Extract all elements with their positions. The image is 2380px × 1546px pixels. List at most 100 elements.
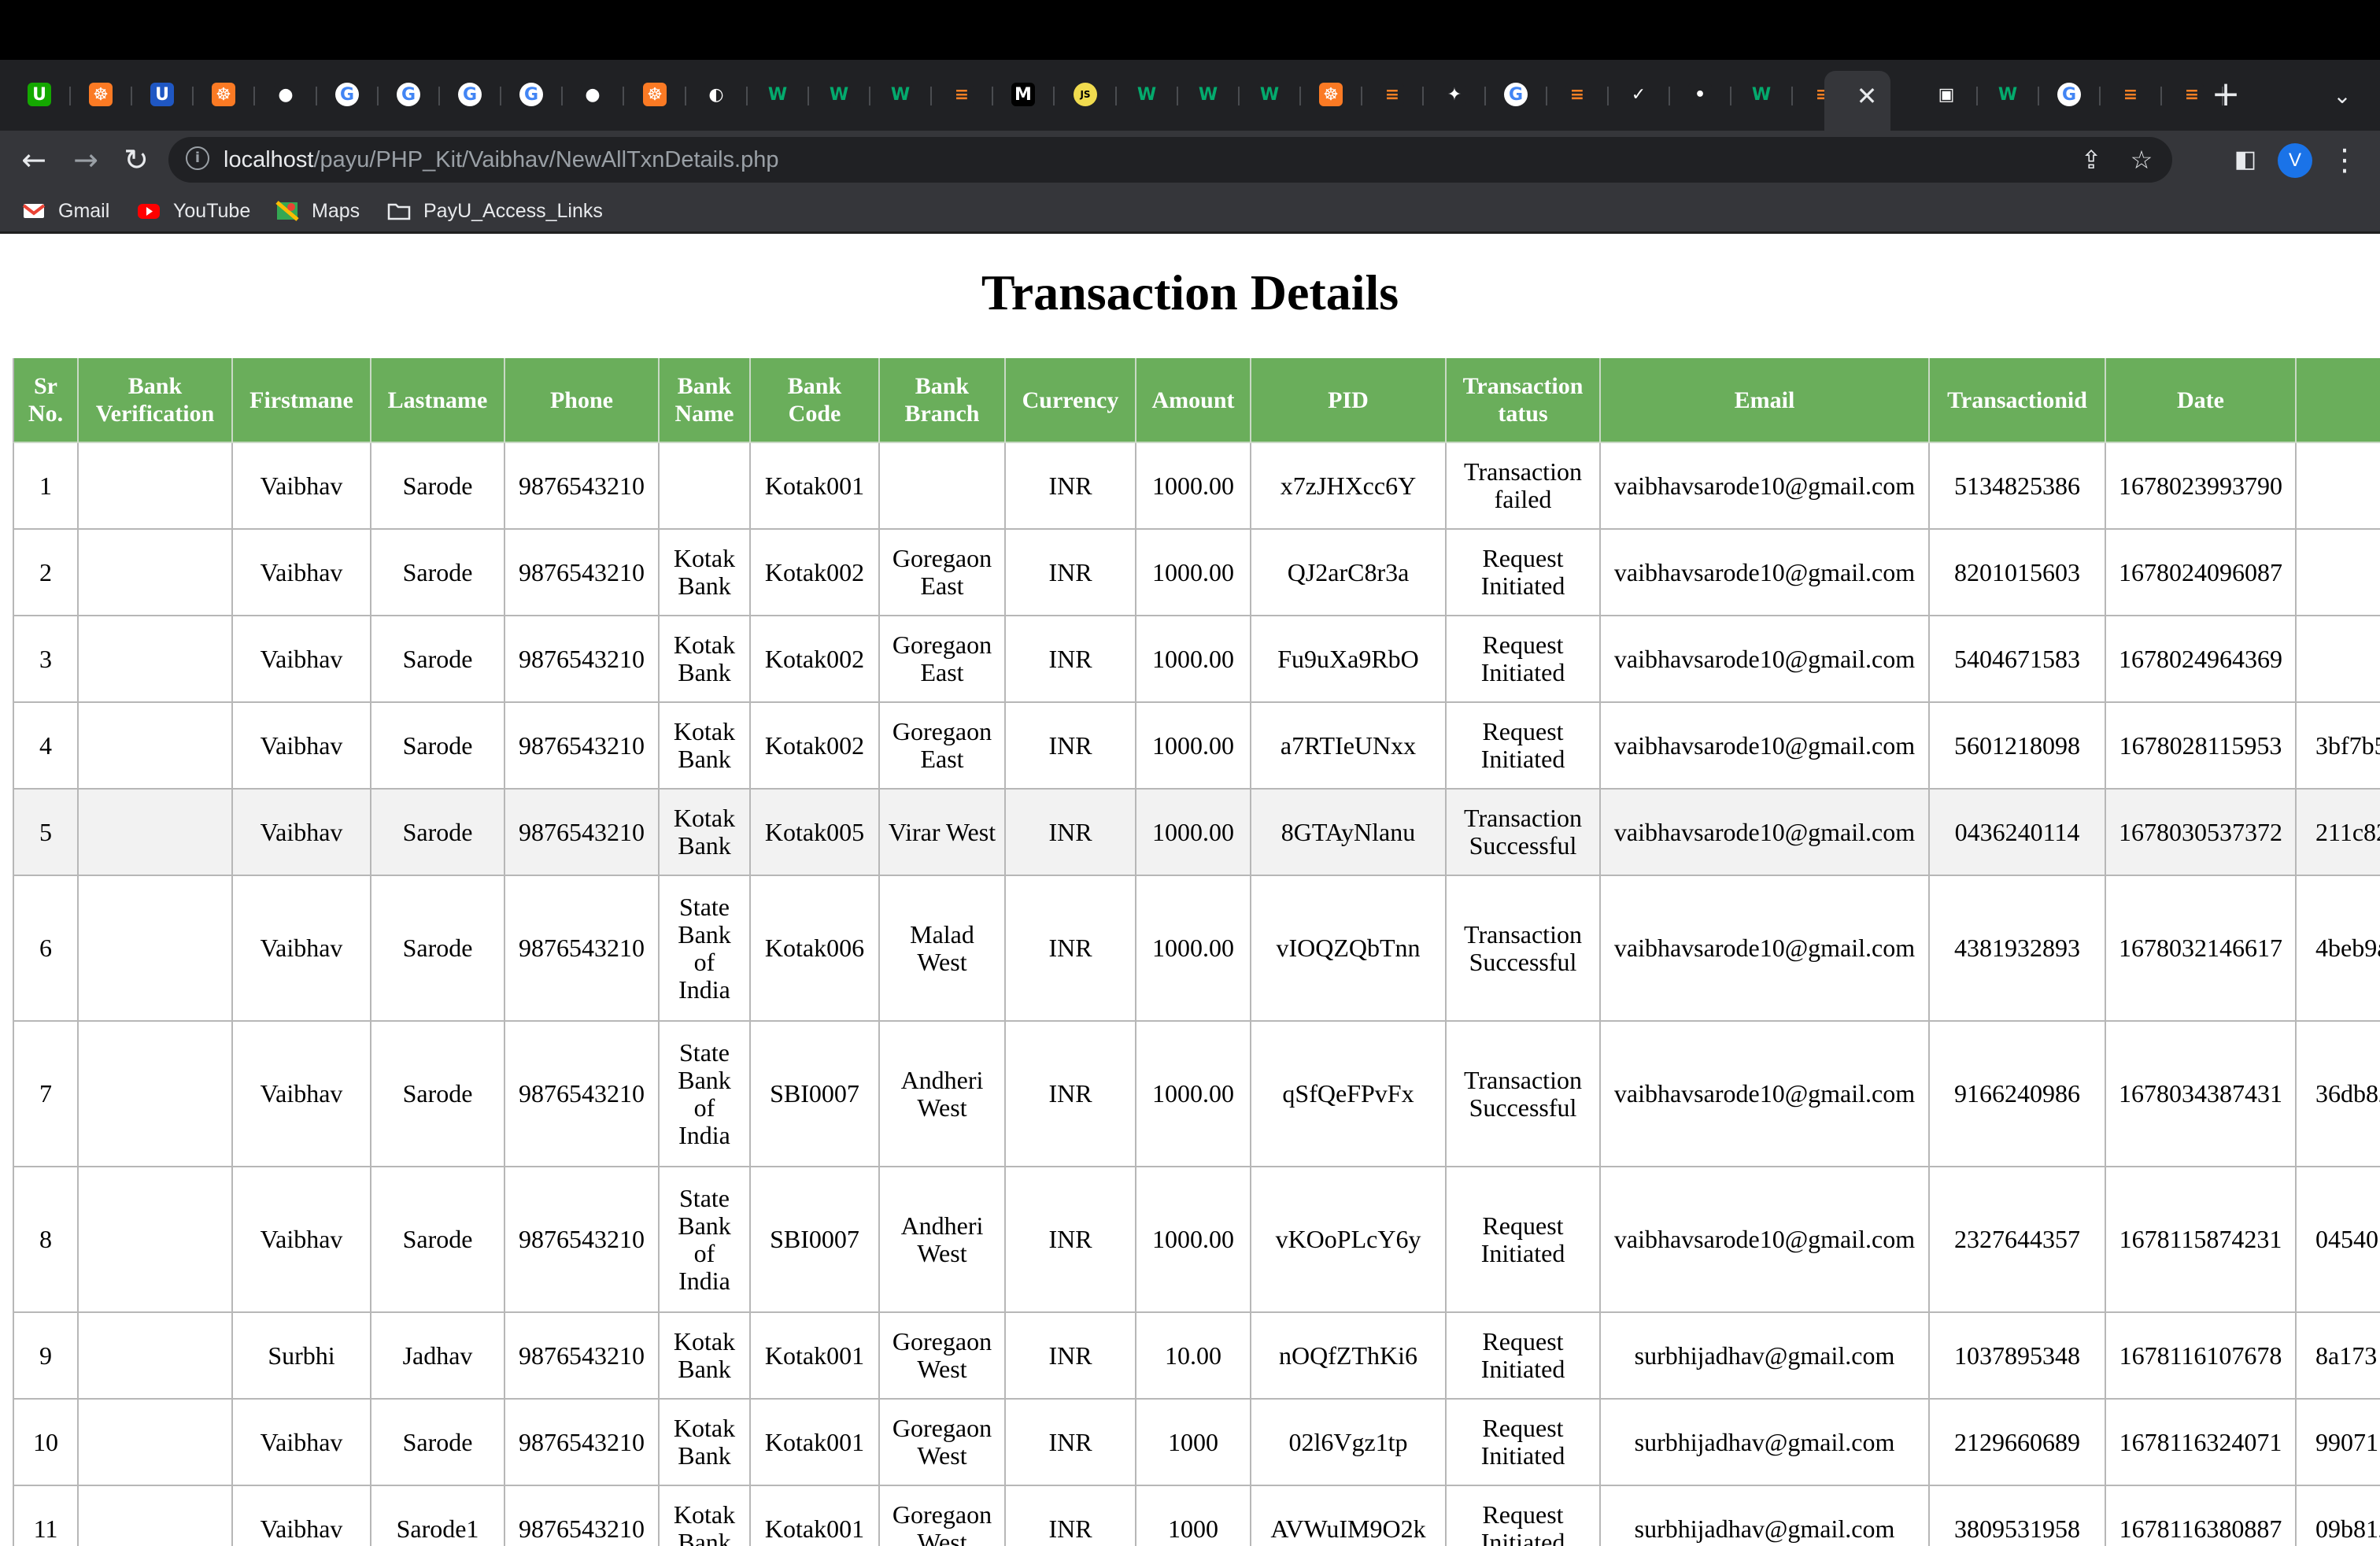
browser-tab[interactable]: ✓ (1620, 76, 1658, 113)
browser-tab[interactable]: ✦ (1436, 76, 1473, 113)
table-cell: qSfQeFPvFx (1251, 1022, 1447, 1167)
tab-search-icon[interactable]: ⌄ (2323, 77, 2361, 115)
browser-tab[interactable]: ≡ (1373, 76, 1411, 113)
column-header[interactable]: Firstmane (233, 358, 371, 443)
browser-tab[interactable]: W (881, 76, 919, 113)
column-header[interactable]: PID (1251, 358, 1447, 443)
browser-tab[interactable]: • (1681, 76, 1719, 113)
column-header[interactable]: Sr No. (13, 358, 79, 443)
tab-separator (1361, 87, 1362, 105)
browser-tab[interactable]: ☸ (82, 76, 120, 113)
tab-separator (2099, 87, 2101, 105)
browser-tab[interactable]: W (1743, 76, 1780, 113)
browser-tab[interactable]: W (1189, 76, 1227, 113)
browser-tab[interactable]: JS (1066, 76, 1104, 113)
close-tab-icon[interactable]: ✕ (1851, 80, 1883, 112)
bookmark-youtube[interactable]: YouTube (137, 189, 250, 233)
column-header[interactable]: Date (2106, 358, 2297, 443)
browser-tab[interactable]: ● (574, 76, 612, 113)
table-cell: 1000.00 (1136, 1167, 1251, 1313)
bookmark-star-icon[interactable]: ☆ (2122, 137, 2161, 183)
address-url[interactable]: localhost/payu/PHP_Kit/Vaibhav/NewAllTxn… (224, 137, 779, 183)
browser-tab[interactable]: ☸ (1312, 76, 1350, 113)
table-row: 9 Surbhi Jadhav 9876543210 Kotak Bank Kotak00… (13, 1313, 2380, 1400)
browser-tab[interactable]: G (451, 76, 489, 113)
bookmark-folder-payu[interactable]: PayU_Access_Links (387, 189, 603, 233)
table-cell: Sarode (371, 790, 505, 876)
column-header[interactable]: Email (1601, 358, 1930, 443)
browser-tab[interactable]: U (20, 76, 58, 113)
table-cell: INR (1006, 790, 1136, 876)
browser-tab[interactable]: ≡ (1558, 76, 1596, 113)
browser-tab[interactable]: W (759, 76, 796, 113)
column-header[interactable]: Transactionid (1930, 358, 2106, 443)
table-cell: Kotak Bank (660, 1400, 751, 1486)
browser-tab[interactable]: ◐ (697, 76, 735, 113)
table-cell: 9876543210 (505, 1022, 660, 1167)
browser-tab[interactable]: ▣ (1927, 76, 1965, 113)
table-cell: Sarode (371, 876, 505, 1022)
browser-tab[interactable]: ≡ (2112, 76, 2149, 113)
w3schools-icon: W (1258, 83, 1281, 106)
table-cell: Andheri West (880, 1022, 1006, 1167)
browser-tab[interactable]: ☸ (636, 76, 674, 113)
browser-tab[interactable]: M (1004, 76, 1042, 113)
column-header[interactable]: Bank Verification (79, 358, 233, 443)
column-header[interactable]: Bank Code (751, 358, 880, 443)
address-bar[interactable]: i localhost/payu/PHP_Kit/Vaibhav/NewAllT… (168, 137, 2172, 183)
bookmarks-bar: Gmail YouTube Maps PayU_Access_Links (0, 189, 2380, 233)
gmail-icon (22, 204, 46, 218)
browser-tab[interactable]: W (820, 76, 858, 113)
table-cell: INR (1006, 1400, 1136, 1486)
tab-separator (1177, 87, 1178, 105)
browser-tab[interactable]: G (512, 76, 550, 113)
table-cell (79, 1167, 233, 1313)
table-cell: surbhijadhav@gmail.com (1601, 1400, 1930, 1486)
table-cell: Jadhav (371, 1313, 505, 1400)
table-cell: surbhijadhav@gmail.com (1601, 1313, 1930, 1400)
browser-tab[interactable]: W (1989, 76, 2027, 113)
table-cell: Request Initiated (1447, 1486, 1601, 1546)
share-icon[interactable]: ⇪ (2071, 137, 2111, 183)
table-cell: 1000 (1136, 1486, 1251, 1546)
more-menu-icon[interactable]: ⋮ (2323, 139, 2366, 181)
side-panel-icon[interactable]: ◧ (2224, 139, 2267, 181)
bookmark-maps[interactable]: Maps (275, 189, 360, 233)
table-cell: 1678024964369 (2106, 616, 2297, 703)
table-cell: 9876543210 (505, 790, 660, 876)
php-net-icon: • (1688, 83, 1712, 106)
table-cell: vaibhavsarode10@gmail.com (1601, 616, 1930, 703)
column-header[interactable]: Bank Branch (880, 358, 1006, 443)
table-cell: Goregaon West (880, 1486, 1006, 1546)
bookmark-gmail[interactable]: Gmail (22, 189, 109, 233)
browser-tab[interactable]: W (1128, 76, 1166, 113)
browser-tab[interactable]: ≡ (2173, 76, 2211, 113)
table-cell: INR (1006, 1486, 1136, 1546)
browser-tab[interactable]: ● (267, 76, 305, 113)
browser-tab[interactable]: G (328, 76, 366, 113)
w3schools-icon: W (1996, 83, 2020, 106)
new-tab-button[interactable]: + (2207, 77, 2245, 115)
browser-tab[interactable]: ≡ (943, 76, 981, 113)
column-header[interactable] (2297, 358, 2380, 443)
profile-avatar[interactable]: V (2278, 143, 2312, 178)
table-cell: Kotak001 (751, 443, 880, 530)
browser-tab[interactable]: G (2050, 76, 2088, 113)
tab-separator (685, 87, 686, 105)
reload-icon[interactable]: ↻ (115, 139, 157, 181)
column-header[interactable]: Amount (1136, 358, 1251, 443)
column-header[interactable]: Lastname (371, 358, 505, 443)
browser-tab[interactable]: G (1497, 76, 1535, 113)
column-header[interactable]: Transaction tatus (1447, 358, 1601, 443)
table-cell: 9876543210 (505, 1313, 660, 1400)
browser-tab[interactable]: G (390, 76, 427, 113)
column-header[interactable]: Phone (505, 358, 660, 443)
column-header[interactable]: Bank Name (660, 358, 751, 443)
browser-tab[interactable]: ☸ (205, 76, 242, 113)
browser-tab[interactable]: U (143, 76, 181, 113)
browser-tab[interactable]: W (1251, 76, 1288, 113)
back-icon[interactable]: ← (13, 139, 55, 181)
column-header[interactable]: Currency (1006, 358, 1136, 443)
site-info-icon[interactable]: i (186, 146, 209, 170)
forward-icon[interactable]: → (65, 139, 107, 181)
